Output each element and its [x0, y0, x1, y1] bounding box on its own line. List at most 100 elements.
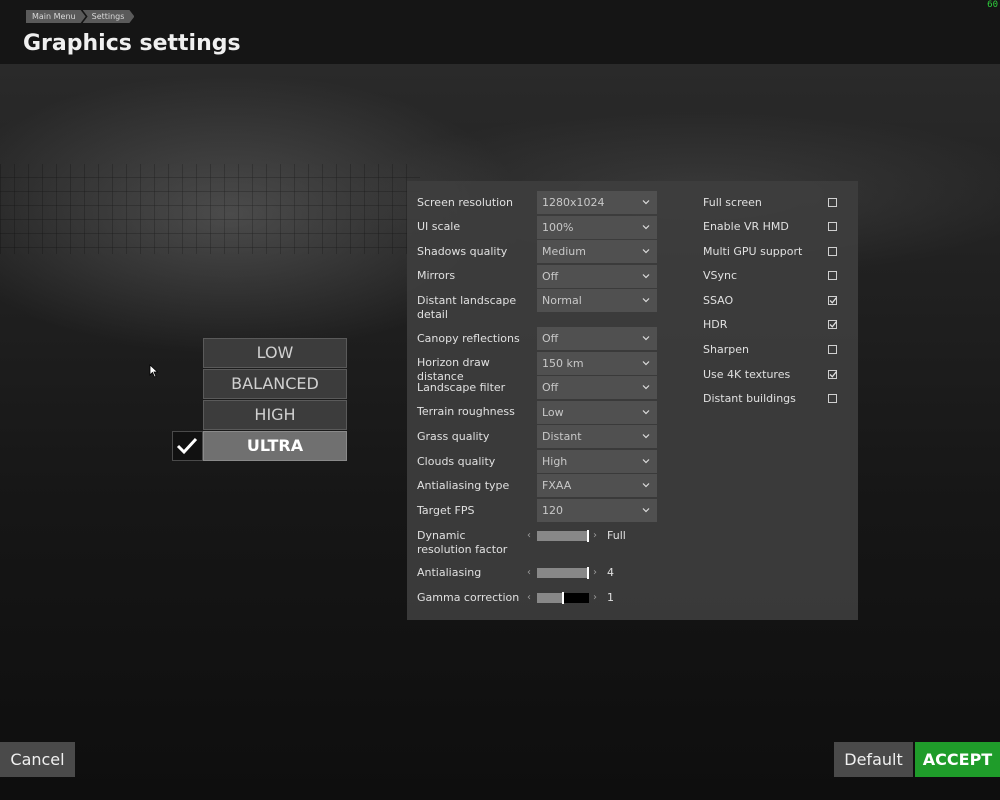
gamma-correction-slider[interactable]: ‹ › 1 — [527, 591, 727, 605]
select-value: 150 km — [542, 357, 584, 370]
toggle-label: Multi GPU support — [703, 245, 803, 258]
target-fps-select[interactable]: 120 — [537, 499, 657, 522]
chevron-left-icon[interactable]: ‹ — [527, 530, 531, 541]
toggle-label: Full screen — [703, 196, 762, 209]
ui-scale-select[interactable]: 100% — [537, 216, 657, 239]
preset-ultra[interactable]: ULTRA — [203, 431, 347, 461]
select-value: 120 — [542, 504, 563, 517]
option-label: Gamma correction — [417, 591, 520, 604]
select-value: Off — [542, 332, 559, 345]
chevron-down-icon — [642, 249, 650, 254]
option-label: Terrain roughness — [417, 405, 515, 418]
chevron-right-icon[interactable]: › — [593, 567, 597, 578]
preset-balanced[interactable]: BALANCED — [203, 369, 347, 399]
slider-value: 1 — [607, 591, 614, 604]
toggle-label: Enable VR HMD — [703, 220, 789, 233]
slider-track[interactable] — [537, 567, 589, 579]
breadcrumb-settings[interactable]: Settings — [83, 10, 135, 23]
horizon-draw-distance-select[interactable]: 150 km — [537, 352, 657, 375]
chevron-down-icon — [642, 385, 650, 390]
breadcrumb: Main Menu Settings — [26, 10, 131, 23]
toggle-label: SSAO — [703, 294, 734, 307]
distant-buildings-checkbox[interactable] — [828, 394, 837, 403]
chevron-down-icon — [642, 483, 650, 488]
chevron-left-icon[interactable]: ‹ — [527, 592, 531, 603]
hdr-checkbox[interactable] — [828, 320, 838, 329]
default-button[interactable]: Default — [834, 742, 913, 777]
dynamic-resolution-slider[interactable]: ‹ › Full — [527, 529, 727, 543]
slider-track[interactable] — [537, 530, 589, 542]
option-label: Antialiasing — [417, 566, 482, 579]
toggle-label: Sharpen — [703, 343, 749, 356]
breadcrumb-main-menu[interactable]: Main Menu — [26, 10, 86, 23]
antialiasing-type-select[interactable]: FXAA — [537, 474, 657, 497]
slider-thumb[interactable] — [587, 530, 589, 542]
mirrors-select[interactable]: Off — [537, 265, 657, 288]
distant-landscape-detail-select[interactable]: Normal — [537, 289, 657, 312]
chevron-down-icon — [642, 274, 650, 279]
option-label: Dynamic resolution factor — [417, 529, 508, 556]
toggle-label: VSync — [703, 269, 738, 282]
slider-track[interactable] — [537, 592, 589, 604]
chevron-down-icon — [642, 225, 650, 230]
canopy-reflections-select[interactable]: Off — [537, 327, 657, 350]
full-screen-checkbox[interactable] — [828, 198, 837, 207]
option-label: Shadows quality — [417, 245, 508, 258]
slider-value: 4 — [607, 566, 614, 579]
landscape-filter-select[interactable]: Off — [537, 376, 657, 399]
preset-low[interactable]: LOW — [203, 338, 347, 368]
vsync-checkbox[interactable] — [828, 271, 837, 280]
select-value: 100% — [542, 221, 574, 234]
background-window-grid — [0, 164, 420, 254]
chevron-down-icon — [642, 298, 650, 303]
quality-presets: LOW BALANCED HIGH ULTRA — [172, 338, 348, 462]
top-bar: Main Menu Settings Graphics settings 60 — [0, 0, 1000, 64]
chevron-down-icon — [642, 200, 650, 205]
chevron-down-icon — [642, 336, 650, 341]
terrain-roughness-select[interactable]: Low — [537, 401, 657, 424]
option-label: Horizon draw distance — [417, 356, 490, 383]
clouds-quality-select[interactable]: High — [537, 450, 657, 473]
slider-thumb[interactable] — [587, 567, 589, 579]
accept-button[interactable]: ACCEPT — [915, 742, 1000, 777]
settings-panel: Screen resolution 1280x1024 UI scale 100… — [407, 181, 858, 620]
fps-counter: 60 — [987, 0, 998, 10]
enable-vr-hmd-checkbox[interactable] — [828, 222, 837, 231]
slider-thumb[interactable] — [562, 592, 564, 604]
slider-fill — [537, 531, 589, 541]
chevron-right-icon[interactable]: › — [593, 530, 597, 541]
antialiasing-slider[interactable]: ‹ › 4 — [527, 566, 727, 580]
slider-value: Full — [607, 529, 626, 542]
chevron-down-icon — [642, 410, 650, 415]
chevron-down-icon — [642, 361, 650, 366]
shadows-quality-select[interactable]: Medium — [537, 240, 657, 263]
option-label: Grass quality — [417, 430, 490, 443]
option-label: Target FPS — [417, 504, 475, 517]
chevron-right-icon[interactable]: › — [593, 592, 597, 603]
slider-fill — [537, 593, 563, 603]
chevron-down-icon — [642, 434, 650, 439]
ssao-checkbox[interactable] — [828, 296, 838, 305]
option-label: Antialiasing type — [417, 479, 510, 492]
option-label: Screen resolution — [417, 196, 513, 209]
select-value: Normal — [542, 294, 582, 307]
toggle-label: Distant buildings — [703, 392, 796, 405]
sharpen-checkbox[interactable] — [828, 345, 837, 354]
slider-fill — [537, 568, 589, 578]
screen-resolution-select[interactable]: 1280x1024 — [537, 191, 657, 214]
checkmark-icon — [829, 321, 838, 328]
use-4k-textures-checkbox[interactable] — [828, 370, 838, 379]
option-label: Canopy reflections — [417, 332, 520, 345]
grass-quality-select[interactable]: Distant — [537, 425, 657, 448]
preset-high[interactable]: HIGH — [203, 400, 347, 430]
select-value: Off — [542, 270, 559, 283]
preset-selected-indicator — [172, 431, 203, 461]
select-value: Distant — [542, 430, 582, 443]
option-label: Mirrors — [417, 269, 456, 282]
multi-gpu-support-checkbox[interactable] — [828, 247, 837, 256]
toggle-label: Use 4K textures — [703, 368, 791, 381]
cancel-button[interactable]: Cancel — [0, 742, 75, 777]
chevron-down-icon — [642, 508, 650, 513]
chevron-left-icon[interactable]: ‹ — [527, 567, 531, 578]
check-icon — [176, 437, 198, 455]
